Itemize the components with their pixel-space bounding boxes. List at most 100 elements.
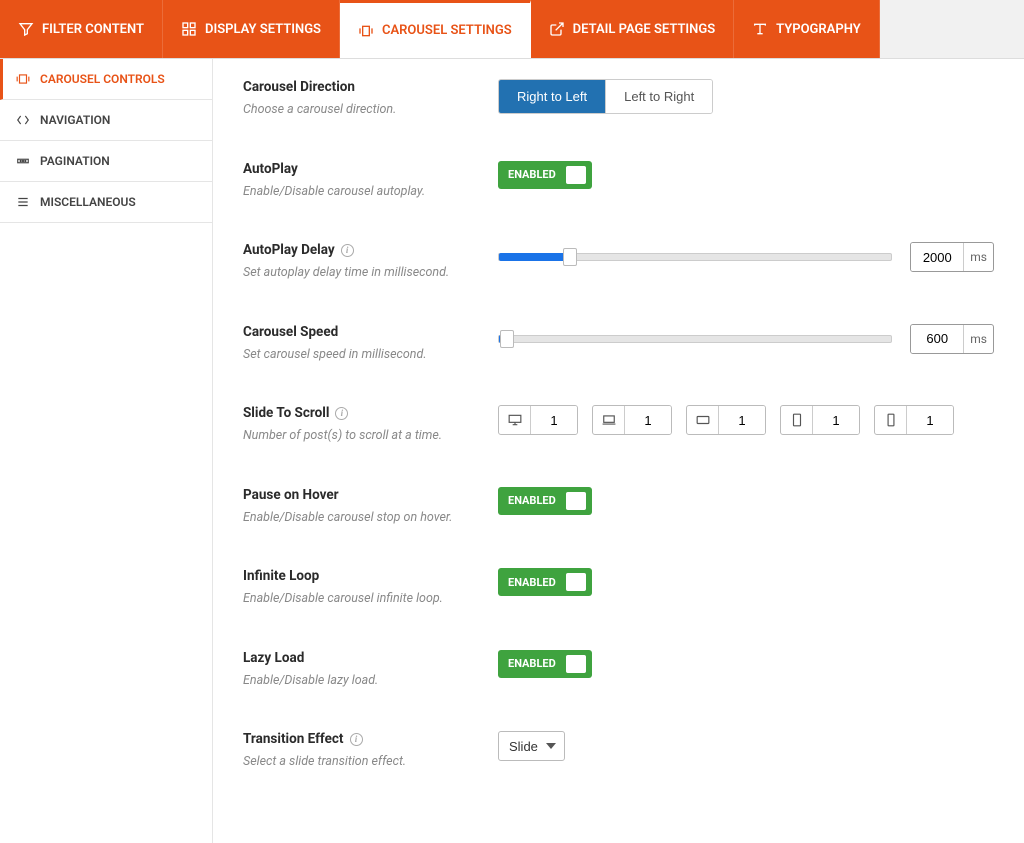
sidebar-item-pagination[interactable]: PAGINATION [0,141,212,182]
field-desc: Choose a carousel direction. [243,101,478,119]
tab-display-settings[interactable]: DISPLAY SETTINGS [163,0,340,58]
direction-button-group: Right to Left Left to Right [498,79,713,114]
settings-panel: Carousel Direction Choose a carousel dir… [213,59,1024,843]
field-desc: Set carousel speed in millisecond. [243,346,478,364]
option-right-to-left[interactable]: Right to Left [499,80,606,113]
field-autoplay: AutoPlay Enable/Disable carousel autopla… [243,161,994,201]
tab-label: CAROUSEL SETTINGS [382,23,512,38]
tabs-bar: FILTER CONTENT DISPLAY SETTINGS CAROUSEL… [0,0,1024,59]
tab-filter-content[interactable]: FILTER CONTENT [0,0,163,58]
field-title: Pause on Hover [243,487,478,503]
field-transition-effect: Transition Effecti Select a slide transi… [243,731,994,771]
toggle-state: ENABLED [508,657,556,670]
sidebar-item-miscellaneous[interactable]: MISCELLANEOUS [0,182,212,223]
field-pause-on-hover: Pause on Hover Enable/Disable carousel s… [243,487,994,527]
value-input[interactable] [719,406,765,434]
field-title: Transition Effecti [243,731,478,747]
autoplay-toggle[interactable]: ENABLED [498,161,592,189]
typography-icon [752,21,768,37]
infinite-loop-toggle[interactable]: ENABLED [498,568,592,596]
slide-to-scroll-inputs [498,405,954,435]
tab-label: DISPLAY SETTINGS [205,22,321,37]
device-desktop-input [498,405,578,435]
tab-label: FILTER CONTENT [42,22,144,37]
field-title: AutoPlay Delayi [243,242,478,258]
speed-slider[interactable] [498,335,892,343]
external-link-icon [549,21,565,37]
value-input[interactable] [625,406,671,434]
value-input[interactable] [813,406,859,434]
desktop-icon [499,406,531,434]
field-title: Slide To Scrolli [243,405,478,421]
field-desc: Set autoplay delay time in millisecond. [243,264,478,282]
sidebar-item-label: NAVIGATION [40,113,110,127]
field-title: Lazy Load [243,650,478,666]
tab-carousel-settings[interactable]: CAROUSEL SETTINGS [340,0,531,58]
laptop-icon [593,406,625,434]
field-desc: Number of post(s) to scroll at a time. [243,427,478,445]
value-input[interactable] [907,406,953,434]
field-autoplay-delay: AutoPlay Delayi Set autoplay delay time … [243,242,994,282]
field-title: Infinite Loop [243,568,478,584]
field-title: Carousel Speed [243,324,478,340]
toggle-knob [566,166,586,184]
field-title: AutoPlay [243,161,478,177]
transition-select[interactable]: Slide [498,731,565,761]
toggle-state: ENABLED [508,576,556,589]
field-title: Carousel Direction [243,79,478,95]
filter-icon [18,21,34,37]
value-input[interactable] [531,406,577,434]
device-laptop-input [592,405,672,435]
autoplay-delay-input[interactable] [911,243,963,271]
device-tablet-landscape-input [686,405,766,435]
device-mobile-input [874,405,954,435]
field-lazy-load: Lazy Load Enable/Disable lazy load. ENAB… [243,650,994,690]
field-desc: Enable/Disable carousel infinite loop. [243,590,478,608]
toggle-state: ENABLED [508,168,556,181]
mobile-icon [875,406,907,434]
info-icon[interactable]: i [350,733,363,746]
toggle-knob [566,573,586,591]
field-desc: Select a slide transition effect. [243,753,478,771]
toggle-knob [566,492,586,510]
tab-detail-page-settings[interactable]: DETAIL PAGE SETTINGS [531,0,735,58]
carousel-icon [358,23,374,39]
slider-handle[interactable] [563,248,577,266]
list-icon [16,195,30,209]
pagination-icon [16,154,30,168]
autoplay-delay-input-group: ms [910,242,994,272]
field-carousel-direction: Carousel Direction Choose a carousel dir… [243,79,994,119]
sidebar-item-navigation[interactable]: NAVIGATION [0,100,212,141]
device-tablet-portrait-input [780,405,860,435]
controls-icon [16,72,30,86]
sidebar-item-label: CAROUSEL CONTROLS [40,72,165,86]
grid-icon [181,21,197,37]
info-icon[interactable]: i [341,244,354,257]
option-left-to-right[interactable]: Left to Right [606,80,712,113]
toggle-state: ENABLED [508,494,556,507]
field-infinite-loop: Infinite Loop Enable/Disable carousel in… [243,568,994,608]
field-desc: Enable/Disable lazy load. [243,672,478,690]
tablet-portrait-icon [781,406,813,434]
unit-label: ms [963,325,993,353]
field-desc: Enable/Disable carousel autoplay. [243,183,478,201]
field-carousel-speed: Carousel Speed Set carousel speed in mil… [243,324,994,364]
toggle-knob [566,655,586,673]
lazy-load-toggle[interactable]: ENABLED [498,650,592,678]
sidebar-item-carousel-controls[interactable]: CAROUSEL CONTROLS [0,59,212,100]
speed-input[interactable] [911,325,963,353]
info-icon[interactable]: i [335,407,348,420]
content-area: CAROUSEL CONTROLS NAVIGATION PAGINATION … [0,59,1024,843]
tab-label: TYPOGRAPHY [776,22,861,37]
tab-typography[interactable]: TYPOGRAPHY [734,0,880,58]
tablet-landscape-icon [687,406,719,434]
navigation-icon [16,113,30,127]
autoplay-delay-slider[interactable] [498,253,892,261]
pause-on-hover-toggle[interactable]: ENABLED [498,487,592,515]
field-slide-to-scroll: Slide To Scrolli Number of post(s) to sc… [243,405,994,445]
slider-handle[interactable] [500,330,514,348]
field-desc: Enable/Disable carousel stop on hover. [243,509,478,527]
sidebar: CAROUSEL CONTROLS NAVIGATION PAGINATION … [0,59,213,843]
speed-input-group: ms [910,324,994,354]
unit-label: ms [963,243,993,271]
